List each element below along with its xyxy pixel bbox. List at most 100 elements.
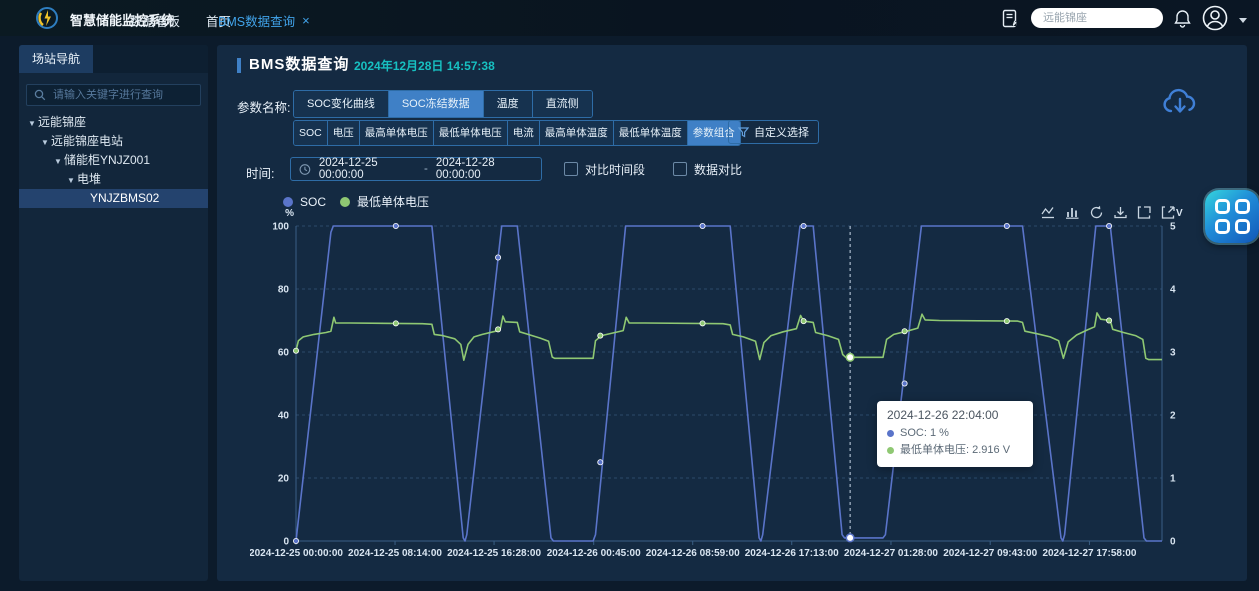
station-tree: ▼远能锦座▼远能锦座电站▼储能柜YNJZ001▼电堆YNJZBMS02 [19,113,208,208]
voltage-marker-dot [902,329,907,334]
time-range-separator: - [424,163,428,175]
user-menu-caret-icon[interactable] [1239,18,1247,23]
navbar-right [1001,0,1247,36]
x-tick-label: 2024-12-26 08:59:00 [646,548,740,559]
sidebar-tabstrip: 场站导航 [19,45,208,73]
param-name-label: 参数名称: [237,97,290,116]
close-tab-icon[interactable]: × [302,15,310,27]
doc-tab-bms-query[interactable]: BMS数据查询 × [218,11,310,30]
tooltip-series-dot [887,447,894,454]
sub-tab-SOC[interactable]: SOC [294,121,328,145]
user-avatar-icon[interactable] [1202,5,1228,31]
y-left-label-60: 60 [278,348,290,359]
checkbox-label: 数据对比 [694,161,742,178]
app-logo-icon [36,7,58,29]
soc-marker-dot [393,223,398,228]
x-tick-label: 2024-12-27 09:43:00 [943,548,1037,559]
highlight-soc-point [846,534,854,542]
search-icon [34,89,46,101]
tree-node-label: 远能锦座 [38,115,86,129]
param-tab-温度[interactable]: 温度 [484,91,533,117]
tooltip-series-dot [887,430,894,437]
y-left-unit: % [285,208,294,219]
caret-down-icon[interactable]: ▼ [26,114,38,133]
bms-line-chart[interactable]: 2024-12-25 00:00:00 2024-12-25 08:14:00 20… [250,195,1230,575]
main-panel: BMS数据查询 2024年12月28日 14:57:38 参数名称: SOC变化… [217,45,1247,581]
screen: 智慧储能监控系统 数据看板首页 BMS数据查询 × [0,0,1259,591]
nav-menu-item-0[interactable]: 数据看板 [130,11,180,30]
caret-down-icon[interactable]: ▼ [65,171,77,190]
x-tick-label: 2024-12-25 00:00:00 [250,548,343,559]
y-left-label-20: 20 [278,474,290,485]
custom-select-label: 自定义选择 [754,124,809,140]
time-range-picker[interactable]: 2024-12-25 00:00:00 - 2024-12-28 00:00:0… [290,157,542,181]
tree-node-label: 远能锦座电站 [51,134,123,148]
tree-node-label: 电堆 [77,172,101,186]
series-line-最低单体电压 [296,313,1162,360]
tree-node-储能柜YNJZ001[interactable]: ▼储能柜YNJZ001 [19,151,208,170]
tab-station-navigation[interactable]: 场站导航 [19,45,93,73]
soc-marker-dot [1106,223,1111,228]
tree-node-label: 储能柜YNJZ001 [64,153,150,167]
nav-menu: 数据看板首页 [130,11,231,30]
sub-tab-最高单体温度[interactable]: 最高单体温度 [540,121,614,145]
soc-marker-dot [495,255,500,260]
param-tab-SOC变化曲线[interactable]: SOC变化曲线 [294,91,389,117]
voltage-marker-dot [293,348,298,353]
custom-select-button[interactable]: 自定义选择 [728,120,819,144]
current-timestamp: 2024年12月28日 14:57:38 [354,57,495,74]
sub-tab-最低单体电压[interactable]: 最低单体电压 [434,121,508,145]
soc-marker-dot [293,538,298,543]
voltage-marker-dot [393,321,398,326]
sub-tab-电流[interactable]: 电流 [508,121,540,145]
caret-down-icon[interactable]: ▼ [39,133,51,152]
sub-tab-最低单体温度[interactable]: 最低单体温度 [614,121,688,145]
checkbox-box[interactable] [564,162,578,176]
tooltip-row-SOC: SOC: 1 % [887,425,1023,442]
tree-node-电堆[interactable]: ▼电堆 [19,170,208,189]
title-accent-bar [237,58,241,73]
x-tick-label: 2024-12-27 01:28:00 [844,548,938,559]
tooltip-row-最低单体电压: 最低单体电压: 2.916 V [887,442,1023,459]
y-right-label-4: 4 [1170,285,1176,296]
page-title: BMS数据查询 [249,53,349,74]
time-range-end: 2024-12-28 00:00:00 [436,157,533,181]
x-tick-label: 2024-12-25 08:14:00 [348,548,442,559]
caret-down-icon[interactable]: ▼ [52,152,64,171]
quick-panel-button[interactable] [1205,190,1259,243]
sub-tab-电压[interactable]: 电压 [328,121,360,145]
checkbox-对比时间段[interactable]: 对比时间段 [564,161,645,178]
tooltip-series-value: SOC: 1 % [900,425,949,442]
sub-tab-最高单体电压[interactable]: 最高单体电压 [360,121,434,145]
x-tick-label: 2024-12-26 00:45:00 [547,548,641,559]
x-tick-label: 2024-12-27 17:58:00 [1042,548,1136,559]
tree-node-远能锦座[interactable]: ▼远能锦座 [19,113,208,132]
y-right-label-0: 0 [1170,537,1176,548]
voltage-marker-dot [495,327,500,332]
checkbox-box[interactable] [673,162,687,176]
sidebar-search [26,84,201,106]
param-tab-SOC冻结数据[interactable]: SOC冻结数据 [389,91,484,117]
tree-node-远能锦座电站[interactable]: ▼远能锦座电站 [19,132,208,151]
soc-marker-dot [801,223,806,228]
time-range-start: 2024-12-25 00:00:00 [319,157,416,181]
doc-tab-label: BMS数据查询 [218,11,295,30]
compare-checkboxes: 对比时间段 数据对比 [564,157,742,181]
notification-bell-icon[interactable] [1174,9,1191,28]
soc-marker-dot [1004,223,1009,228]
sidebar-search-input[interactable] [51,88,200,102]
tooltip-rows: SOC: 1 %最低单体电压: 2.916 V [887,425,1023,459]
y-left-label-0: 0 [283,537,289,548]
download-cloud-icon[interactable] [1161,85,1199,121]
y-right-label-5: 5 [1170,222,1176,233]
x-tick-label: 2024-12-26 17:13:00 [745,548,839,559]
soc-marker-dot [700,223,705,228]
param-tab-直流侧[interactable]: 直流侧 [533,91,592,117]
voltage-marker-dot [598,333,603,338]
voltage-marker-dot [1004,319,1009,324]
station-search-input[interactable] [1031,8,1163,28]
sidebar-station-nav: 场站导航 ▼远能锦座▼远能锦座电站▼储能柜YNJZ001▼电堆YNJZBMS02 [19,45,208,581]
tree-node-YNJZBMS02[interactable]: YNJZBMS02 [19,189,208,208]
report-document-icon[interactable] [1001,9,1020,28]
checkbox-数据对比[interactable]: 数据对比 [673,161,742,178]
